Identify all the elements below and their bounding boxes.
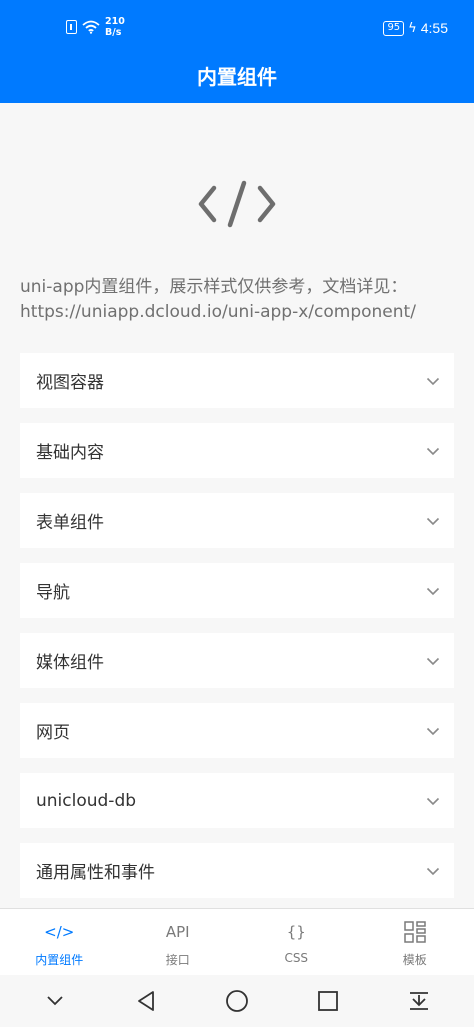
- recents-button[interactable]: [306, 979, 350, 1023]
- chevron-down-icon: [426, 377, 440, 385]
- intro-doc-link[interactable]: https://uniapp.dcloud.io/uni-app-x/compo…: [20, 300, 460, 325]
- home-button[interactable]: [215, 979, 259, 1023]
- sim-card-icon: [66, 20, 77, 34]
- chevron-down-icon: [426, 727, 440, 735]
- category-label: 视图容器: [36, 373, 104, 393]
- intro-text: uni-app内置组件，展示样式仅供参考，文档详见： https://uniap…: [20, 275, 460, 325]
- notification-shade-button[interactable]: [397, 979, 441, 1023]
- category-label: 通用属性和事件: [36, 863, 155, 883]
- charging-icon: ϟ: [408, 20, 417, 36]
- status-bar: 210 B/s 95 ϟ 4:55: [0, 0, 474, 56]
- chevron-down-icon: [426, 517, 440, 525]
- chevron-down-icon: [426, 447, 440, 455]
- status-right: 95 ϟ 4:55: [383, 18, 448, 38]
- home-circle-icon: [226, 990, 248, 1012]
- app-header: 210 B/s 95 ϟ 4:55 内置组件: [0, 0, 474, 103]
- chevron-down-icon: [47, 996, 64, 1006]
- tab-css[interactable]: {} CSS: [237, 909, 356, 975]
- category-item-navigation[interactable]: 导航: [20, 563, 454, 618]
- tab-components[interactable]: </> 内置组件: [0, 909, 119, 975]
- category-item-view-container[interactable]: 视图容器: [20, 353, 454, 408]
- template-grid-icon: [404, 921, 426, 943]
- recents-square-icon: [317, 991, 338, 1011]
- system-navigation-bar: [0, 975, 474, 1027]
- tab-templates[interactable]: 模板: [356, 909, 474, 975]
- category-label: 表单组件: [36, 513, 104, 533]
- status-left: 210 B/s: [66, 16, 125, 38]
- category-label: 媒体组件: [36, 653, 104, 673]
- category-item-basic-content[interactable]: 基础内容: [20, 423, 454, 478]
- component-category-list: 视图容器 基础内容 表单组件 导航 媒体组件 网页 unicloud-db 通用…: [20, 353, 454, 908]
- code-icon: </>: [44, 923, 75, 941]
- tab-label: CSS: [284, 951, 309, 965]
- back-button[interactable]: [124, 979, 168, 1023]
- category-item-form-components[interactable]: 表单组件: [20, 493, 454, 548]
- battery-level: 95: [387, 22, 401, 33]
- category-label: unicloud-db: [36, 790, 137, 811]
- main-content[interactable]: uni-app内置组件，展示样式仅供参考，文档详见： https://uniap…: [0, 103, 474, 908]
- category-label: 导航: [36, 583, 70, 603]
- collapse-nav-button[interactable]: [33, 979, 77, 1023]
- category-label: 基础内容: [36, 443, 104, 463]
- bottom-tab-bar: </> 内置组件 API 接口 {} CSS 模板: [0, 908, 474, 975]
- chevron-down-icon: [426, 797, 440, 805]
- api-icon: API: [165, 923, 190, 941]
- network-speed: 210 B/s: [105, 16, 125, 38]
- pull-down-icon: [409, 992, 428, 1010]
- intro-line-1: uni-app内置组件，展示样式仅供参考，文档详见：: [20, 277, 408, 297]
- battery-icon: 95: [383, 20, 405, 36]
- back-triangle-icon: [138, 991, 155, 1011]
- wifi-icon: [82, 20, 100, 34]
- tab-label: 内置组件: [35, 953, 84, 967]
- code-brackets-icon: [198, 180, 276, 228]
- category-item-web-view[interactable]: 网页: [20, 703, 454, 758]
- chevron-down-icon: [426, 657, 440, 665]
- chevron-down-icon: [426, 867, 440, 875]
- category-label: 网页: [36, 723, 70, 743]
- braces-icon: {}: [286, 923, 306, 941]
- tab-label: 模板: [402, 953, 427, 967]
- tab-label: 接口: [165, 953, 190, 967]
- page-title: 内置组件: [197, 65, 277, 89]
- category-item-common-props-events[interactable]: 通用属性和事件: [20, 843, 454, 898]
- tab-api[interactable]: API 接口: [119, 909, 238, 975]
- category-item-unicloud-db[interactable]: unicloud-db: [20, 773, 454, 828]
- category-item-media-components[interactable]: 媒体组件: [20, 633, 454, 688]
- network-speed-unit: B/s: [105, 27, 122, 38]
- clock: 4:55: [420, 20, 448, 36]
- network-speed-value: 210: [105, 16, 125, 27]
- chevron-down-icon: [426, 587, 440, 595]
